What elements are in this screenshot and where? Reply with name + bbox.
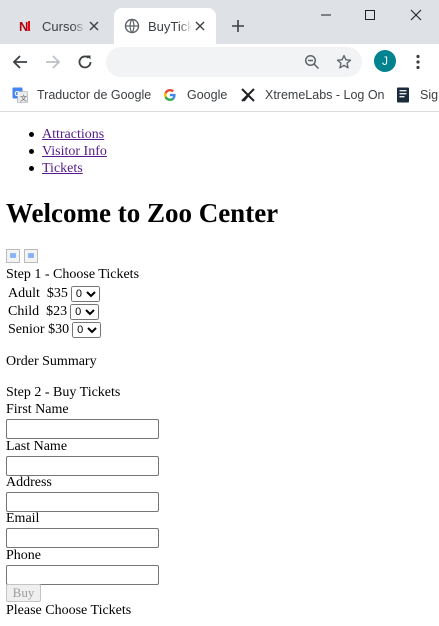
bookmark-sign[interactable]: Sign [395, 85, 439, 105]
bookmark-label: XtremeLabs - Log On [265, 88, 385, 102]
ticket-price: $35 [46, 285, 68, 301]
broken-image-icon [6, 249, 20, 263]
step2-label: Step 2 - Buy Tickets [6, 385, 121, 400]
ticket-price: $30 [48, 321, 70, 337]
google-g-icon [162, 87, 178, 103]
netflix-favicon-icon: N [18, 18, 34, 34]
tab-title: Cursos de [42, 18, 86, 34]
tab-buytickets[interactable]: BuyTickets [114, 8, 216, 44]
profile-initial: J [382, 54, 388, 68]
google-translate-icon: G文 [12, 87, 28, 103]
tab-close-icon[interactable] [192, 18, 208, 34]
tab-title: BuyTickets [148, 18, 192, 34]
page-content: Attractions Visitor Info Tickets Welcome… [0, 112, 439, 626]
document-icon [395, 87, 411, 103]
ticket-type: Child [8, 303, 40, 319]
senior-quantity-select[interactable]: 0 [72, 321, 102, 338]
nav-item-visitor-info: Visitor Info [0, 143, 107, 160]
bookmark-label: Google [187, 88, 228, 102]
new-tab-icon[interactable] [228, 16, 248, 36]
tickets-link[interactable]: Tickets [42, 161, 83, 176]
minimize-icon[interactable] [314, 4, 338, 26]
address-field[interactable] [6, 492, 159, 512]
tab-cursos[interactable]: N Cursos de [8, 8, 110, 44]
step1-label: Step 1 - Choose Tickets [6, 267, 140, 282]
tab-strip: N Cursos de BuyTickets [0, 0, 439, 44]
first-name-field[interactable] [6, 419, 159, 439]
profile-avatar[interactable]: J [374, 50, 396, 72]
ticket-type: Adult [8, 285, 40, 301]
page-title: Welcome to Zoo Center [6, 198, 279, 228]
bookmark-label: Sign [420, 88, 439, 102]
bookmark-translate[interactable]: G文 Traductor de Google [12, 85, 151, 105]
ticket-row-child: Child $23 0 [8, 303, 100, 320]
forward-arrow-icon[interactable] [42, 51, 64, 73]
zoom-out-icon[interactable] [303, 53, 321, 71]
order-summary-label: Order Summary [6, 354, 97, 369]
close-window-icon[interactable] [404, 4, 428, 26]
ticket-row-adult: Adult $35 0 [8, 285, 100, 302]
browser-toolbar: J [0, 44, 439, 80]
adult-quantity-select[interactable]: 0 [70, 285, 100, 302]
phone-field[interactable] [6, 565, 159, 585]
site-nav: Attractions Visitor Info Tickets [0, 126, 107, 177]
email-label: Email [6, 511, 40, 526]
bookmark-xtremelabs[interactable]: XtremeLabs - Log On [240, 85, 385, 105]
bookmark-google[interactable]: Google [162, 85, 227, 105]
xtremelabs-icon [240, 87, 256, 103]
email-field[interactable] [6, 528, 159, 548]
nav-item-tickets: Tickets [0, 160, 107, 177]
svg-text:N: N [19, 19, 28, 33]
last-name-label: Last Name [6, 439, 68, 454]
buy-button[interactable]: Buy [6, 584, 41, 602]
address-bar[interactable] [106, 47, 362, 77]
address-label: Address [6, 475, 52, 490]
bookmark-label: Traductor de Google [37, 88, 152, 102]
globe-icon [124, 18, 140, 34]
tab-close-icon[interactable] [86, 18, 102, 34]
back-arrow-icon[interactable] [9, 51, 31, 73]
visitor-info-link[interactable]: Visitor Info [42, 144, 107, 159]
reload-icon[interactable] [74, 51, 96, 73]
first-name-label: First Name [6, 402, 69, 417]
maximize-icon[interactable] [358, 4, 382, 26]
ticket-type: Senior [8, 321, 45, 337]
more-menu-icon[interactable] [408, 51, 428, 73]
ticket-row-senior: Senior $30 0 [8, 321, 102, 338]
phone-label: Phone [6, 548, 41, 563]
child-quantity-select[interactable]: 0 [70, 303, 100, 320]
nav-item-attractions: Attractions [0, 126, 107, 143]
svg-text:文: 文 [20, 94, 27, 103]
bookmarks-bar: G文 Traductor de Google Google XtremeLabs… [0, 80, 439, 112]
broken-image-icon [24, 249, 38, 263]
ticket-price: $23 [46, 303, 68, 319]
address-input[interactable] [118, 52, 302, 74]
status-message: Please Choose Tickets [6, 603, 132, 618]
bookmark-star-icon[interactable] [335, 53, 353, 71]
last-name-field[interactable] [6, 456, 159, 476]
image-row [6, 249, 38, 263]
attractions-link[interactable]: Attractions [42, 127, 104, 142]
